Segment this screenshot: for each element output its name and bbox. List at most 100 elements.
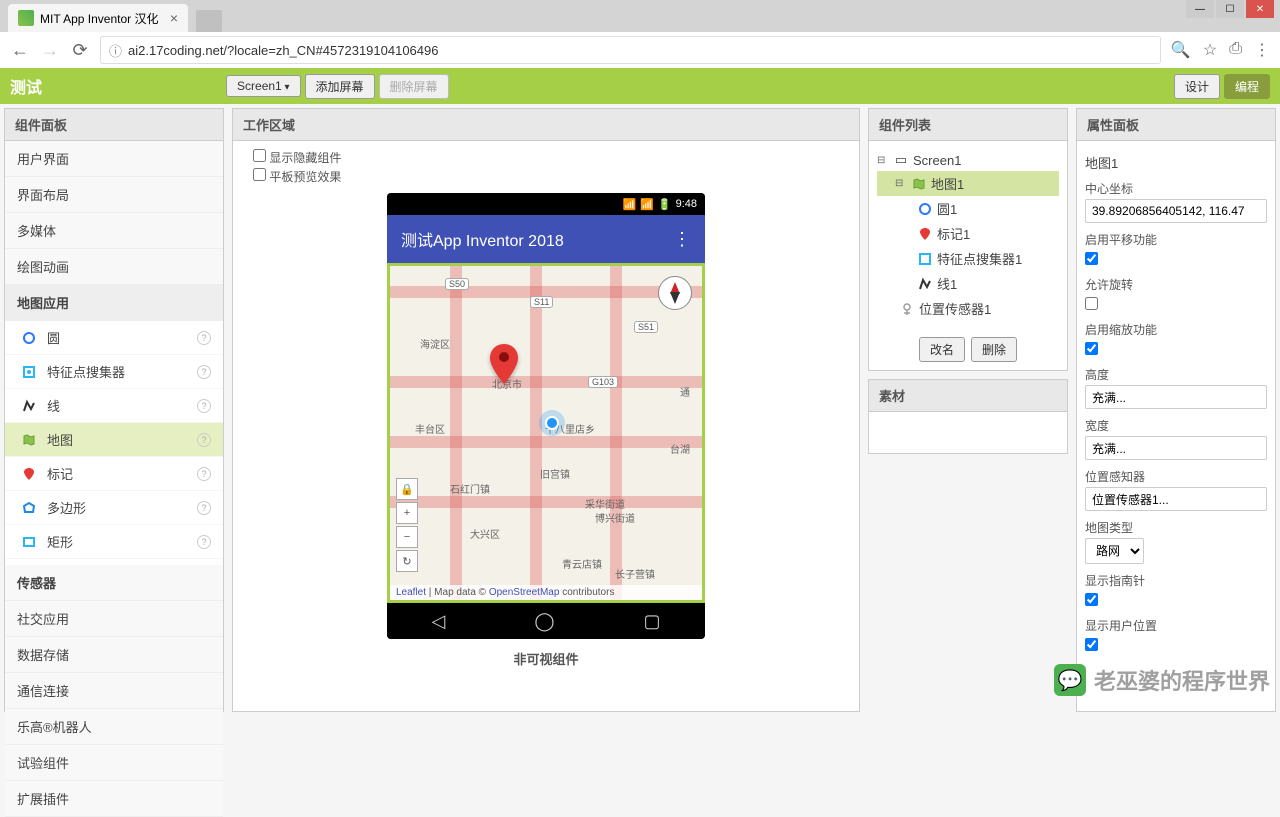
map-component[interactable]: S50 S11 S51 G103 海淀区 北京市 丰台区 十八里店乡 旧宫镇 石…: [387, 263, 705, 603]
tablet-preview-checkbox[interactable]: 平板预览效果: [253, 168, 839, 185]
prop-input-width[interactable]: [1085, 436, 1267, 460]
marker-icon: [917, 226, 933, 242]
home-nav-icon[interactable]: ◯: [534, 611, 554, 632]
tree-node-marker[interactable]: 标记1: [877, 221, 1059, 246]
app-menu-icon[interactable]: ⋮: [673, 229, 691, 250]
line-icon: [21, 398, 37, 414]
osm-link[interactable]: OpenStreetMap: [489, 587, 560, 598]
palette-item-circle[interactable]: 圆 ?: [5, 321, 223, 355]
palette-item-label: 地图: [47, 430, 73, 449]
remove-screen-button[interactable]: 删除屏幕: [379, 74, 449, 99]
palette-item-polygon[interactable]: 多边形 ?: [5, 491, 223, 525]
prop-check-pan[interactable]: [1085, 252, 1098, 265]
reload-icon[interactable]: ⟳: [70, 40, 90, 61]
help-icon[interactable]: ?: [197, 399, 211, 413]
prop-check-user[interactable]: [1085, 638, 1098, 651]
tree-node-location[interactable]: 位置传感器1: [877, 296, 1059, 321]
search-icon[interactable]: 🔍: [1171, 40, 1191, 60]
cast-icon[interactable]: ⎙: [1229, 40, 1242, 60]
map-zoom-in[interactable]: +: [396, 502, 418, 524]
tab-title: MIT App Inventor 汉化: [40, 10, 159, 27]
back-nav-icon[interactable]: ◁: [431, 611, 445, 632]
palette-cat-drawing[interactable]: 绘图动画: [5, 249, 223, 285]
palette-header: 组件面板: [5, 109, 223, 141]
forward-icon[interactable]: →: [40, 40, 60, 61]
prop-check-rotate[interactable]: [1085, 297, 1098, 310]
viewer-header: 工作区域: [233, 109, 859, 141]
palette-cat-lego[interactable]: 乐高®机器人: [5, 709, 223, 745]
palette-cat-layout[interactable]: 界面布局: [5, 177, 223, 213]
project-name: 测试: [10, 74, 42, 98]
screen-dropdown[interactable]: Screen1: [226, 75, 301, 97]
recent-nav-icon[interactable]: ▢: [643, 611, 660, 632]
bookmark-icon[interactable]: ☆: [1203, 40, 1217, 60]
tree-node-line[interactable]: 线1: [877, 271, 1059, 296]
tree-node-feature[interactable]: 特征点搜集器1: [877, 246, 1059, 271]
prop-check-zoom[interactable]: [1085, 342, 1098, 355]
palette-item-label: 圆: [47, 328, 60, 347]
compass-icon[interactable]: [658, 276, 692, 310]
address-bar: ← → ⟳ ⓘ ai2.17coding.net/?locale=zh_CN#4…: [0, 32, 1280, 68]
tree-node-map[interactable]: ⊟ 地图1: [877, 171, 1059, 196]
map-zoom-out[interactable]: −: [396, 526, 418, 548]
palette-item-rectangle[interactable]: 矩形 ?: [5, 525, 223, 559]
help-icon[interactable]: ?: [197, 331, 211, 345]
palette-item-map[interactable]: 地图 ?: [5, 423, 223, 457]
designer-button[interactable]: 设计: [1174, 74, 1220, 99]
back-icon[interactable]: ←: [10, 40, 30, 61]
palette-item-feature[interactable]: 特征点搜集器 ?: [5, 355, 223, 389]
prop-label-map-type: 地图类型: [1085, 519, 1267, 536]
tree-node-screen[interactable]: ⊟ ▭ Screen1: [877, 149, 1059, 171]
rename-button[interactable]: 改名: [919, 337, 965, 362]
delete-button[interactable]: 删除: [971, 337, 1017, 362]
palette-cat-sensors[interactable]: 传感器: [5, 565, 223, 601]
viewer-options: 显示隐藏组件 平板预览效果: [233, 141, 859, 193]
blocks-button[interactable]: 编程: [1224, 74, 1270, 99]
window-close[interactable]: ✕: [1246, 0, 1274, 18]
palette-cat-social[interactable]: 社交应用: [5, 601, 223, 637]
new-tab-button[interactable]: [196, 10, 222, 32]
menu-icon[interactable]: ⋮: [1254, 40, 1270, 60]
help-icon[interactable]: ?: [197, 501, 211, 515]
help-icon[interactable]: ?: [197, 433, 211, 447]
palette-cat-experimental[interactable]: 试验组件: [5, 745, 223, 781]
show-hidden-checkbox[interactable]: 显示隐藏组件: [253, 149, 839, 166]
leaflet-link[interactable]: Leaflet: [396, 587, 426, 598]
add-screen-button[interactable]: 添加屏幕: [305, 74, 375, 99]
palette-item-line[interactable]: 线 ?: [5, 389, 223, 423]
url-input[interactable]: ⓘ ai2.17coding.net/?locale=zh_CN#4572319…: [100, 36, 1161, 64]
feature-icon: [21, 364, 37, 380]
tree-node-circle[interactable]: 圆1: [877, 196, 1059, 221]
area-label: 石红门镇: [450, 481, 490, 496]
palette-cat-media[interactable]: 多媒体: [5, 213, 223, 249]
browser-tab[interactable]: MIT App Inventor 汉化 ×: [8, 4, 188, 32]
rectangle-icon: [21, 534, 37, 550]
prop-label-rotate: 允许旋转: [1085, 276, 1267, 293]
window-minimize[interactable]: —: [1186, 0, 1214, 18]
phone-time: 9:48: [676, 198, 697, 210]
help-icon[interactable]: ?: [197, 467, 211, 481]
prop-input-height[interactable]: [1085, 385, 1267, 409]
map-lock-icon[interactable]: 🔒: [396, 478, 418, 500]
palette-item-marker[interactable]: 标记 ?: [5, 457, 223, 491]
collapse-icon[interactable]: ⊟: [895, 178, 907, 189]
window-maximize[interactable]: ☐: [1216, 0, 1244, 18]
palette-cat-connectivity[interactable]: 通信连接: [5, 673, 223, 709]
prop-input-location-sensor[interactable]: [1085, 487, 1267, 511]
prop-check-compass[interactable]: [1085, 593, 1098, 606]
palette-cat-storage[interactable]: 数据存储: [5, 637, 223, 673]
tab-close-icon[interactable]: ×: [170, 10, 178, 26]
collapse-icon[interactable]: ⊟: [877, 155, 889, 166]
palette-item-label: 线: [47, 396, 60, 415]
palette-cat-extension[interactable]: 扩展插件: [5, 781, 223, 817]
help-icon[interactable]: ?: [197, 365, 211, 379]
user-location-dot: [545, 416, 559, 430]
palette-cat-maps[interactable]: 地图应用: [5, 285, 223, 321]
palette-cat-ui[interactable]: 用户界面: [5, 141, 223, 177]
help-icon[interactable]: ?: [197, 535, 211, 549]
prop-select-map-type[interactable]: 路网: [1085, 538, 1144, 564]
prop-input-center[interactable]: [1085, 199, 1267, 223]
map-marker[interactable]: [490, 344, 518, 389]
site-info-icon[interactable]: ⓘ: [109, 41, 122, 60]
map-reset-icon[interactable]: ↻: [396, 550, 418, 572]
